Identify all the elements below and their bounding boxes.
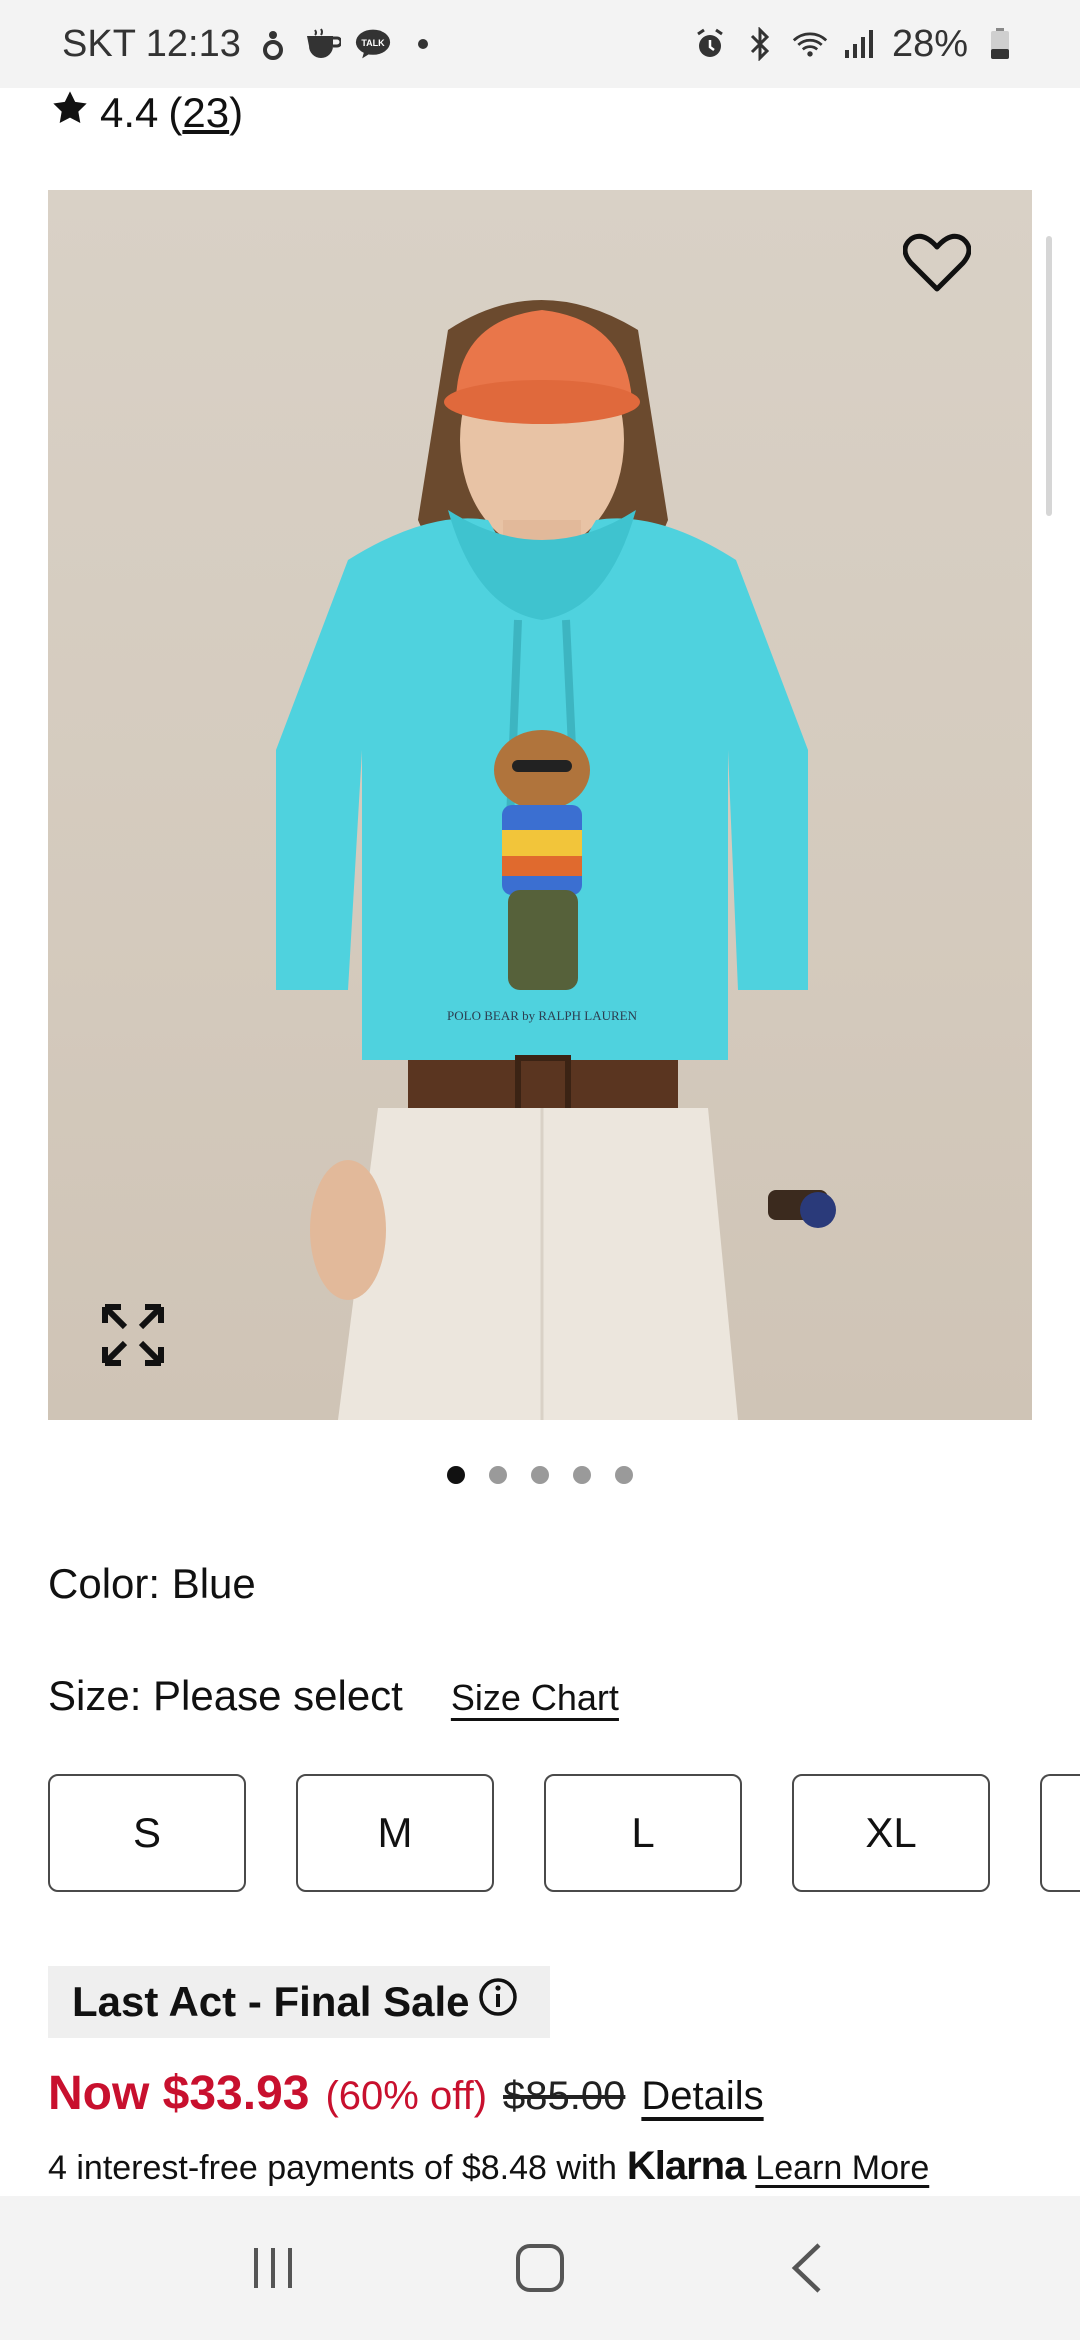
learn-more-link[interactable]: Learn More (755, 2149, 929, 2188)
carousel-dots (0, 1466, 1080, 1484)
heart-icon (903, 233, 971, 292)
back-icon (791, 2243, 821, 2293)
home-button[interactable] (500, 2228, 580, 2308)
coffee-icon (305, 26, 341, 62)
details-link[interactable]: Details (641, 2074, 763, 2119)
status-left: SKT 12:13 TALK (62, 23, 441, 66)
sale-badge: Last Act - Final Sale (48, 1966, 550, 2038)
recent-apps-icon (254, 2248, 293, 2288)
dot-icon (405, 26, 441, 62)
carousel-dot-2[interactable] (489, 1466, 507, 1484)
info-icon[interactable] (478, 1977, 518, 2027)
alarm-icon (692, 26, 728, 62)
talk-icon: TALK (355, 26, 391, 62)
size-option-s[interactable]: S (48, 1774, 246, 1892)
rating-close-paren: ) (229, 89, 244, 136)
bluetooth-icon (742, 26, 778, 62)
battery-percent: 28% (891, 22, 968, 65)
price-row: Now $33.93 (60% off) $85.00 Details (48, 2066, 764, 2121)
size-option-l[interactable]: L (544, 1774, 742, 1892)
size-options: S M L XL (48, 1774, 1080, 1892)
status-bar: SKT 12:13 TALK 28% (0, 0, 1080, 88)
product-photo: POLO BEAR by RALPH LAUREN (276, 300, 836, 1420)
person-icon (255, 26, 291, 62)
star-icon (50, 88, 90, 138)
carousel-dot-5[interactable] (615, 1466, 633, 1484)
product-image[interactable]: POLO BEAR by RALPH LAUREN (48, 190, 1032, 1420)
expand-image-button[interactable] (98, 1300, 168, 1370)
carousel-dot-1[interactable] (447, 1466, 465, 1484)
klarna-row: 4 interest-free payments of $8.48 with K… (48, 2144, 929, 2189)
carousel-dot-4[interactable] (573, 1466, 591, 1484)
wishlist-button[interactable] (902, 228, 972, 298)
size-row: Size: Please select Size Chart (48, 1672, 619, 1720)
discount-percent: (60% off) (325, 2074, 488, 2118)
rating-row[interactable]: 4.4 (23) (50, 88, 243, 138)
expand-icon (102, 1304, 164, 1366)
size-option-next[interactable] (1040, 1774, 1080, 1892)
carousel-dot-3[interactable] (531, 1466, 549, 1484)
original-price: $85.00 (503, 2074, 626, 2118)
size-option-xl[interactable]: XL (792, 1774, 990, 1892)
svg-text:POLO BEAR by RALPH LAUREN: POLO BEAR by RALPH LAUREN (447, 1008, 638, 1023)
sale-price: Now $33.93 (48, 2067, 310, 2120)
size-option-m[interactable]: M (296, 1774, 494, 1892)
svg-text:TALK: TALK (361, 38, 385, 48)
sale-badge-text: Last Act - Final Sale (72, 1978, 470, 2025)
color-label: Color: Blue (48, 1560, 256, 1607)
rating-value: 4.4 (100, 89, 159, 136)
home-icon (515, 2244, 564, 2292)
scroll-indicator[interactable] (1046, 236, 1052, 516)
size-label: Size: Please select (48, 1672, 403, 1719)
review-count-link[interactable]: 23 (182, 89, 229, 137)
status-right: 28% (692, 23, 1018, 66)
wifi-icon (792, 26, 828, 62)
battery-icon (982, 26, 1018, 62)
klarna-logo: Klarna (626, 2144, 746, 2188)
signal-icon (842, 26, 878, 62)
rating-open-paren: ( (168, 89, 183, 136)
recent-apps-button[interactable] (233, 2228, 313, 2308)
system-nav-bar (0, 2196, 1080, 2340)
back-button[interactable] (767, 2228, 847, 2308)
carrier-time: SKT 12:13 (62, 22, 241, 65)
klarna-text: 4 interest-free payments of $8.48 with (48, 2149, 617, 2187)
size-chart-link[interactable]: Size Chart (451, 1677, 619, 1719)
